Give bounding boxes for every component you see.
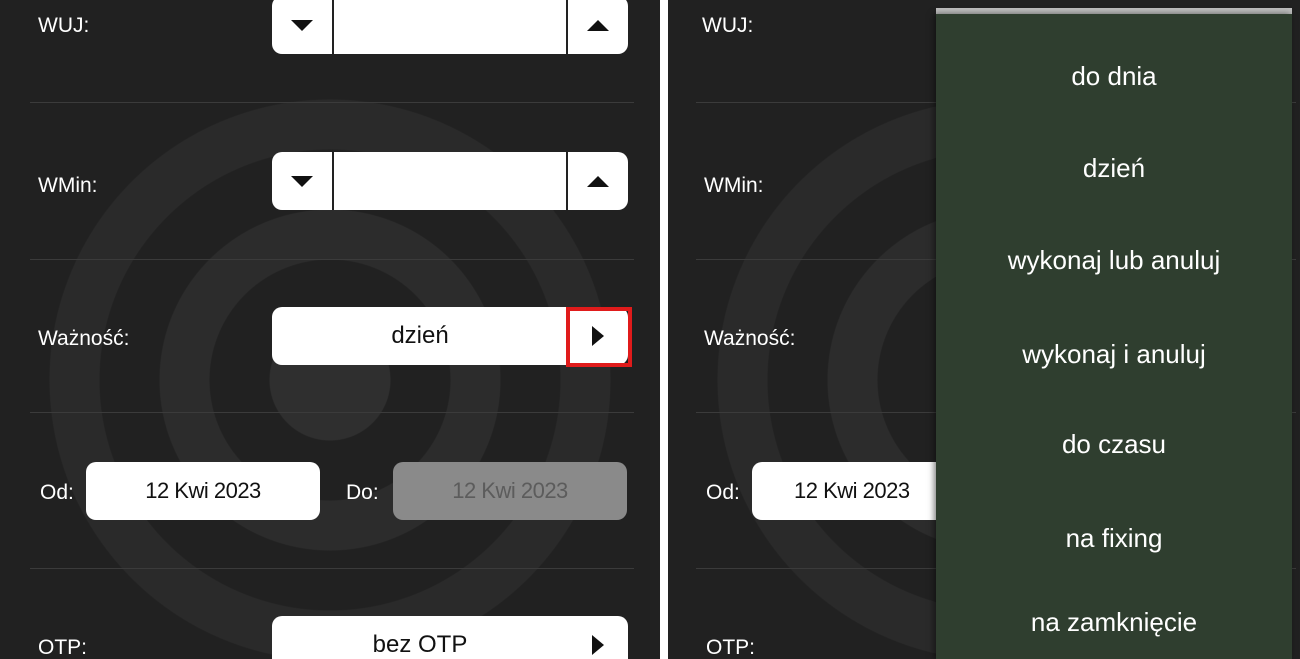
wmin-label: WMin: xyxy=(38,174,98,197)
divider-line xyxy=(30,259,634,260)
do-date-field: 12 Kwi 2023 xyxy=(393,462,627,520)
wmin-decrement-button[interactable] xyxy=(272,152,334,210)
dropdown-item-na-fixing[interactable]: na fixing xyxy=(936,512,1292,564)
wmin-increment-button[interactable] xyxy=(566,152,628,210)
dropdown-item-dzien[interactable]: dzień xyxy=(936,142,1292,194)
wuj-stepper[interactable] xyxy=(272,0,628,54)
triangle-down-icon xyxy=(291,175,313,187)
triangle-right-icon xyxy=(592,635,604,655)
panel-divider xyxy=(660,0,668,659)
waznosc-label: Ważność: xyxy=(704,327,796,350)
wmin-label: WMin: xyxy=(704,174,764,197)
otp-arrow-button[interactable] xyxy=(568,616,628,659)
od-label: Od: xyxy=(40,481,74,504)
dropdown-item-do-czasu[interactable]: do czasu xyxy=(936,418,1292,470)
wuj-decrement-button[interactable] xyxy=(272,0,334,54)
wuj-label: WUJ: xyxy=(38,14,90,37)
dropdown-item-wykonaj-lub-anuluj[interactable]: wykonaj lub anuluj xyxy=(936,234,1292,286)
triangle-up-icon xyxy=(587,19,609,31)
dropdown-item-wykonaj-i-anuluj[interactable]: wykonaj i anuluj xyxy=(936,328,1292,380)
dropdown-item-do-dnia[interactable]: do dnia xyxy=(936,50,1292,102)
od-date-field[interactable]: 12 Kwi 2023 xyxy=(86,462,320,520)
waznosc-value: dzień xyxy=(391,322,449,349)
otp-label: OTP: xyxy=(38,636,88,659)
wuj-label: WUJ: xyxy=(702,14,754,37)
od-label: Od: xyxy=(706,481,740,504)
waznosc-dropdown-menu: do dnia dzień wykonaj lub anuluj wykonaj… xyxy=(936,14,1292,659)
divider-line xyxy=(30,568,634,569)
otp-select[interactable]: bez OTP xyxy=(272,616,628,659)
do-label: Do: xyxy=(346,481,379,504)
triangle-down-icon xyxy=(291,19,313,31)
wmin-stepper[interactable] xyxy=(272,152,628,210)
triangle-up-icon xyxy=(587,175,609,187)
wuj-increment-button[interactable] xyxy=(566,0,628,54)
highlight-box xyxy=(566,307,632,367)
otp-label: OTP: xyxy=(706,636,756,659)
waznosc-label: Ważność: xyxy=(38,327,130,350)
dropdown-item-na-zamkniecie[interactable]: na zamknięcie xyxy=(936,596,1292,648)
divider-line xyxy=(30,102,634,103)
divider-line xyxy=(30,412,634,413)
order-form-left: WUJ: WMin: Ważność: dzień Od: 12 Kwi 202… xyxy=(0,0,660,659)
otp-value: bez OTP xyxy=(372,631,468,658)
